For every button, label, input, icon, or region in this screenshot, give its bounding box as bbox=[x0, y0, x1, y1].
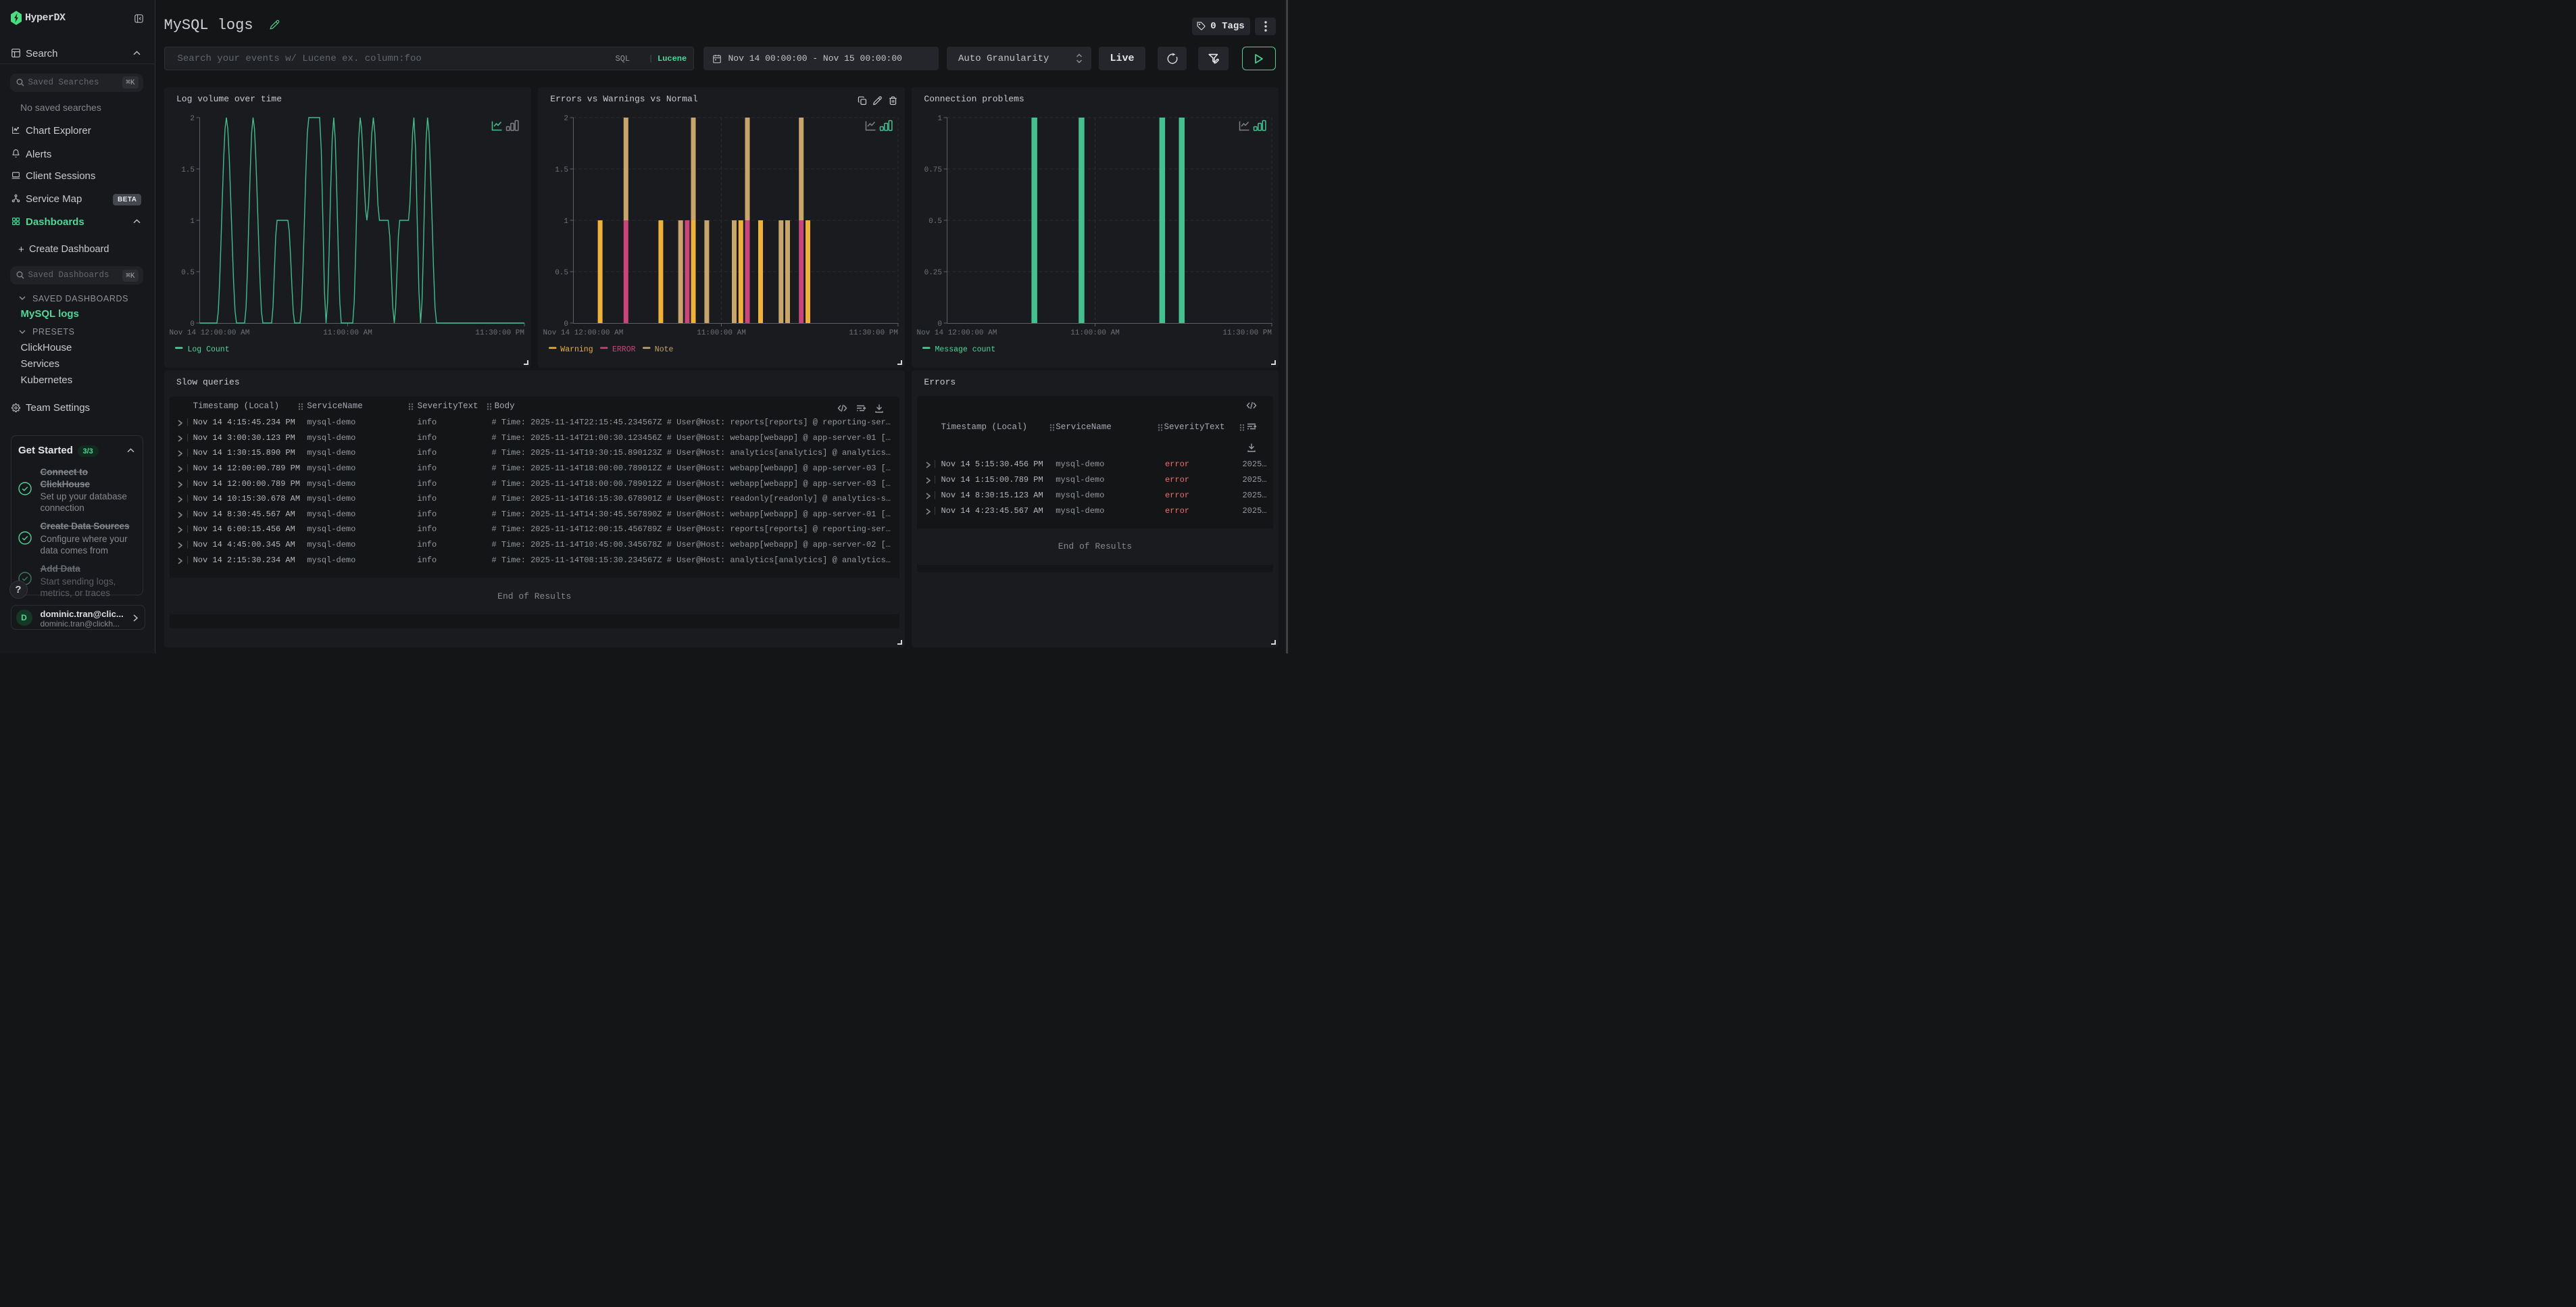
svg-text:11:00:00 AM: 11:00:00 AM bbox=[1070, 329, 1120, 337]
svg-text:1: 1 bbox=[564, 218, 568, 226]
svg-text:Warning: Warning bbox=[560, 345, 593, 354]
svg-text:0: 0 bbox=[937, 320, 942, 328]
svg-text:2: 2 bbox=[190, 115, 195, 123]
svg-text:0.5: 0.5 bbox=[555, 269, 568, 277]
svg-text:Nov 14 12:00:00 AM: Nov 14 12:00:00 AM bbox=[916, 329, 997, 337]
svg-text:Nov 14 12:00:00 AM: Nov 14 12:00:00 AM bbox=[543, 329, 623, 337]
svg-text:Nov 14 12:00:00 AM: Nov 14 12:00:00 AM bbox=[169, 329, 249, 337]
svg-text:1: 1 bbox=[190, 218, 195, 226]
svg-text:1: 1 bbox=[937, 115, 942, 123]
svg-text:11:30:00 PM: 11:30:00 PM bbox=[1222, 329, 1272, 337]
svg-text:0.75: 0.75 bbox=[924, 166, 941, 174]
svg-text:11:30:00 PM: 11:30:00 PM bbox=[849, 329, 898, 337]
svg-text:0.25: 0.25 bbox=[924, 269, 941, 277]
svg-text:0: 0 bbox=[190, 320, 195, 328]
svg-text:1.5: 1.5 bbox=[181, 166, 195, 174]
svg-text:11:00:00 AM: 11:00:00 AM bbox=[697, 329, 746, 337]
svg-text:ERROR: ERROR bbox=[612, 345, 636, 354]
svg-text:0: 0 bbox=[564, 320, 568, 328]
svg-text:1.5: 1.5 bbox=[555, 166, 568, 174]
svg-text:Note: Note bbox=[654, 345, 673, 354]
svg-text:11:30:00 PM: 11:30:00 PM bbox=[475, 329, 524, 337]
svg-text:Message count: Message count bbox=[935, 345, 995, 354]
svg-text:0.5: 0.5 bbox=[928, 218, 942, 226]
svg-text:Log Count: Log Count bbox=[187, 345, 229, 354]
svg-text:11:00:00 AM: 11:00:00 AM bbox=[323, 329, 372, 337]
svg-text:2: 2 bbox=[564, 115, 568, 123]
svg-text:0.5: 0.5 bbox=[181, 269, 195, 277]
